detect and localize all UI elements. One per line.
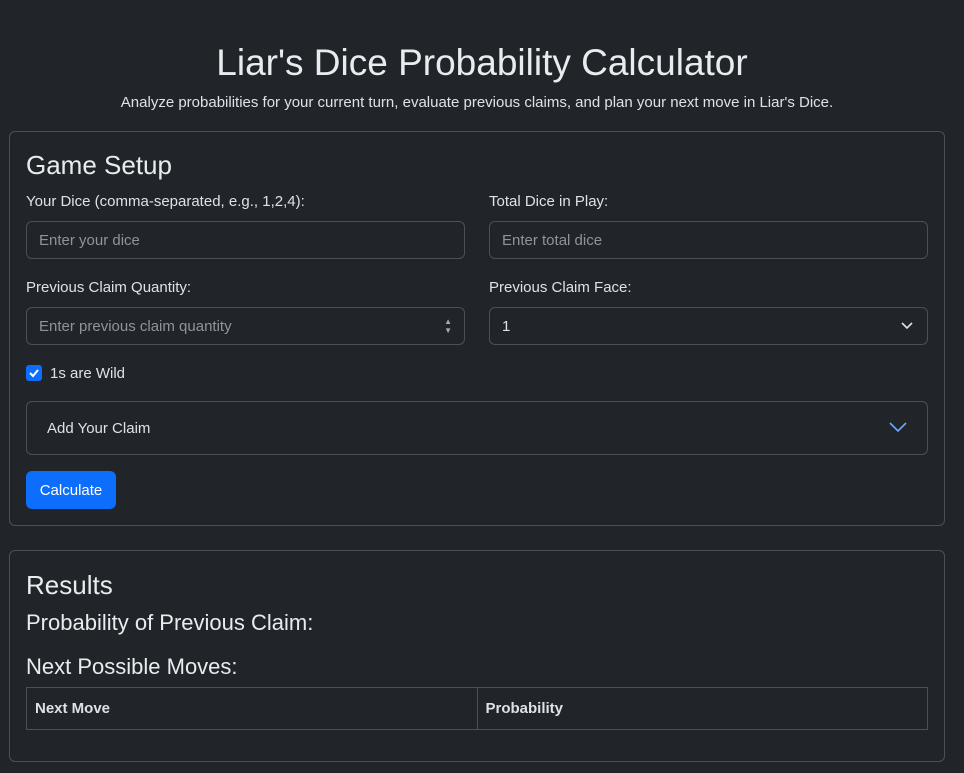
prev-qty-placeholder: Enter previous claim quantity xyxy=(39,317,232,335)
chevron-down-icon xyxy=(901,322,913,330)
total-dice-input[interactable]: Enter total dice xyxy=(489,221,928,259)
your-dice-label: Your Dice (comma-separated, e.g., 1,2,4)… xyxy=(26,193,305,210)
column-next-move: Next Move xyxy=(26,687,478,730)
page-title: Liar's Dice Probability Calculator xyxy=(216,42,748,83)
add-claim-label: Add Your Claim xyxy=(47,420,151,437)
page-subtitle: Analyze probabilities for your current t… xyxy=(120,94,834,111)
prev-qty-label: Previous Claim Quantity: xyxy=(26,279,192,296)
column-probability: Probability xyxy=(476,687,928,730)
next-moves-heading: Next Possible Moves: xyxy=(26,654,238,679)
prev-face-value: 1 xyxy=(502,317,511,335)
game-setup-title: Game Setup xyxy=(26,150,172,180)
total-dice-placeholder: Enter total dice xyxy=(502,231,603,249)
prev-qty-input[interactable]: Enter previous claim quantity ▲ ▼ xyxy=(26,307,465,345)
prev-claim-heading: Probability of Previous Claim: xyxy=(26,610,314,635)
chevron-down-icon xyxy=(889,422,907,433)
add-claim-accordion[interactable]: Add Your Claim xyxy=(26,401,928,455)
prev-face-label: Previous Claim Face: xyxy=(489,279,632,296)
game-setup-card: Game Setup Your Dice (comma-separated, e… xyxy=(9,131,945,526)
wild-label: 1s are Wild xyxy=(50,365,126,382)
calculate-button[interactable]: Calculate xyxy=(26,471,116,509)
results-title: Results xyxy=(26,570,113,600)
wild-checkbox[interactable] xyxy=(26,365,42,381)
check-icon xyxy=(29,369,39,378)
table-header-row: Next Move Probability xyxy=(26,687,928,730)
your-dice-placeholder: Enter your dice xyxy=(39,231,140,249)
spinner-icon[interactable]: ▲ ▼ xyxy=(444,317,452,335)
total-dice-label: Total Dice in Play: xyxy=(489,193,609,210)
results-card: Results Probability of Previous Claim: N… xyxy=(9,550,945,762)
prev-face-select[interactable]: 1 xyxy=(489,307,928,345)
your-dice-input[interactable]: Enter your dice xyxy=(26,221,465,259)
next-moves-table: Next Move Probability xyxy=(26,687,928,730)
